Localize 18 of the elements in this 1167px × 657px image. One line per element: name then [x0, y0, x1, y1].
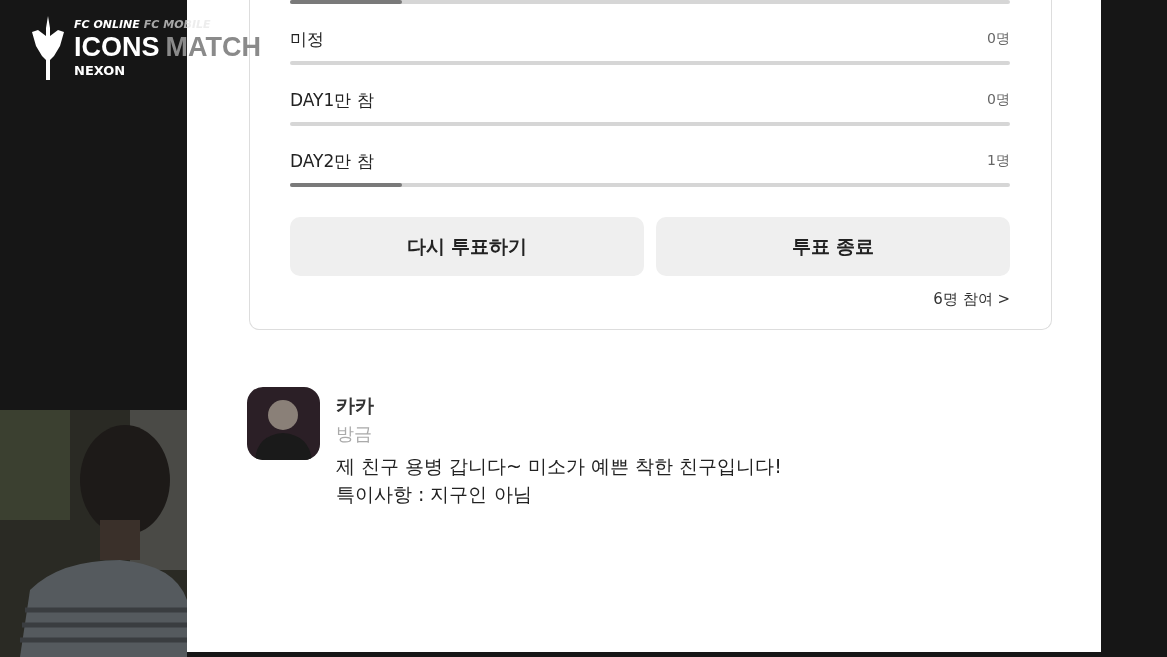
option-label: DAY2만 참: [290, 149, 374, 173]
comment-text: 특이사항 : 지구인 아님: [336, 482, 533, 507]
author-name: 카카: [336, 393, 375, 418]
comment-time: 방금: [336, 422, 373, 446]
option-label: 미정: [290, 27, 324, 51]
logo-title: ICONS: [74, 31, 160, 63]
avatar-icon: [247, 387, 320, 460]
option-label: DAY1만 참: [290, 88, 374, 112]
end-vote-button[interactable]: 투표 종료: [656, 217, 1010, 276]
participants-link[interactable]: 6명 참여 >: [933, 290, 1010, 309]
publisher-label: NEXON: [74, 63, 126, 78]
trident-logo-icon: [30, 16, 66, 80]
vote-count: 0명: [987, 91, 1010, 109]
vote-count: 0명: [987, 30, 1010, 48]
comment-text: 제 친구 용병 갑니다~ 미소가 예쁜 착한 친구입니다!: [336, 454, 782, 479]
revote-button[interactable]: 다시 투표하기: [290, 217, 644, 276]
vote-count: 1명: [987, 152, 1010, 170]
brand-label: FC ONLINE: [74, 18, 140, 31]
